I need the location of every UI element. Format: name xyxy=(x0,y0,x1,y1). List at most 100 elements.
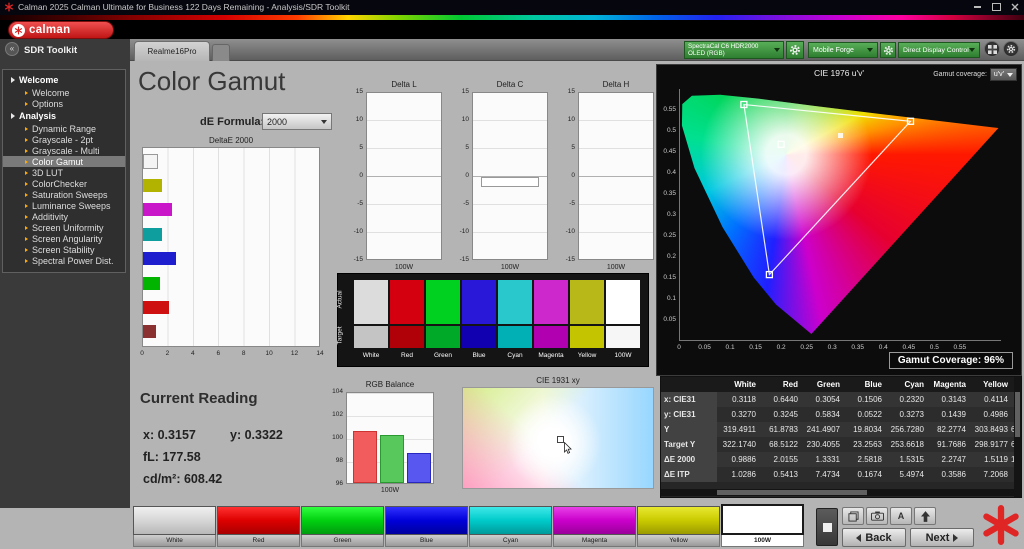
bullet-arrow-icon xyxy=(25,236,28,241)
logo-text: calman xyxy=(29,24,71,36)
sidebar-item-screen-stability[interactable]: Screen Stability xyxy=(3,244,125,255)
pattern-swatch-blue[interactable]: Blue xyxy=(385,506,468,547)
source-dropdown[interactable]: Mobile Forge xyxy=(808,42,878,58)
sidebar-section-analysis[interactable]: Analysis xyxy=(3,109,125,123)
bullet-arrow-icon xyxy=(25,258,28,263)
delta-l-plot xyxy=(366,92,442,260)
table-row-label: Target Y xyxy=(661,437,717,452)
workflow-button[interactable] xyxy=(984,41,1000,57)
windows-icon xyxy=(847,510,859,522)
pattern-window-button[interactable] xyxy=(816,508,838,546)
pattern-swatch-100w[interactable]: 100W xyxy=(721,504,804,547)
sidebar-item-welcome[interactable]: Welcome xyxy=(3,87,125,98)
chart-title: Delta C xyxy=(496,80,524,89)
scrollbar-thumb[interactable] xyxy=(1015,392,1020,437)
title-bar: Calman 2025 Calman Ultimate for Business… xyxy=(0,0,1024,15)
swatch-target-red xyxy=(390,326,424,348)
sidebar-item-dynamic-range[interactable]: Dynamic Range xyxy=(3,123,125,134)
settings-button[interactable] xyxy=(1003,41,1019,57)
sidebar-item-grayscale-multi[interactable]: Grayscale - Multi xyxy=(3,145,125,156)
bullet-arrow-icon xyxy=(25,90,28,95)
sidebar-item-3d-lut[interactable]: 3D LUT xyxy=(3,167,125,178)
pattern-swatch-red[interactable]: Red xyxy=(217,506,300,547)
sidebar-section-welcome[interactable]: Welcome xyxy=(3,73,125,87)
sidebar-item-spectral-power-dist[interactable]: Spectral Power Dist. xyxy=(3,255,125,266)
swatch-label: 100W xyxy=(721,535,804,547)
deltae-bar-magenta xyxy=(143,203,172,216)
sidebar-item-screen-uniformity[interactable]: Screen Uniformity xyxy=(3,222,125,233)
maximize-icon[interactable] xyxy=(991,2,1001,12)
window-title: Calman 2025 Calman Ultimate for Business… xyxy=(18,2,350,12)
deltae-bar-yellow xyxy=(143,179,162,192)
chart-title: Delta L xyxy=(391,80,417,89)
delta-c-plot xyxy=(472,92,548,260)
sidebar-item-options[interactable]: Options xyxy=(3,98,125,109)
rgb-bar-red xyxy=(353,431,377,483)
sidebar-item-color-gamut[interactable]: Color Gamut xyxy=(3,156,125,167)
x-axis-label: 100W xyxy=(500,264,520,271)
pattern-swatch-magenta[interactable]: Magenta xyxy=(553,506,636,547)
next-button[interactable]: Next xyxy=(910,528,974,547)
x-axis-label: 100W xyxy=(380,487,400,494)
bullet-arrow-icon xyxy=(25,170,28,175)
window-controls xyxy=(972,2,1020,12)
table-row-label: ΔE ITP xyxy=(661,467,717,482)
pattern-swatch-white[interactable]: White xyxy=(133,506,216,547)
pattern-swatch-yellow[interactable]: Yellow xyxy=(637,506,720,547)
pattern-swatch-green[interactable]: Green xyxy=(301,506,384,547)
chart-title: CIE 1931 xy xyxy=(536,376,580,385)
meter-settings-button[interactable] xyxy=(786,41,804,59)
source-label: Mobile Forge xyxy=(813,46,854,54)
pattern-swatch-cyan[interactable]: Cyan xyxy=(469,506,552,547)
calman-logo: calman xyxy=(8,21,114,39)
expand-arrow-icon xyxy=(11,113,15,119)
swatch-actual-cyan xyxy=(498,280,532,324)
export-button[interactable] xyxy=(914,507,936,525)
swatch-target-yellow xyxy=(570,326,604,348)
arrow-left-icon xyxy=(856,533,862,542)
bullet-arrow-icon xyxy=(25,247,28,252)
sidebar-item-luminance-sweeps[interactable]: Luminance Sweeps xyxy=(3,200,125,211)
chevron-down-icon xyxy=(867,48,873,52)
sidebar-collapse-button[interactable]: « xyxy=(5,42,19,56)
coverage-mode-dropdown[interactable]: u'v' xyxy=(989,68,1017,81)
sidebar-item-grayscale-2pt[interactable]: Grayscale - 2pt xyxy=(3,134,125,145)
y-axis-ticks: 104 102 100 98 96 xyxy=(332,388,343,487)
sidebar-item-saturation-sweeps[interactable]: Saturation Sweeps xyxy=(3,189,125,200)
swatch-color xyxy=(385,506,468,535)
annotate-button[interactable]: A xyxy=(890,507,912,525)
sidebar-item-colorchecker[interactable]: ColorChecker xyxy=(3,178,125,189)
tab-realme16pro[interactable]: Realme16Pro xyxy=(134,41,210,61)
close-icon[interactable] xyxy=(1010,2,1020,12)
back-button[interactable]: Back xyxy=(842,528,906,547)
snapshot-button[interactable] xyxy=(866,507,888,525)
scrollbar-thumb[interactable] xyxy=(717,490,867,495)
cursor-icon xyxy=(564,442,572,454)
table-row: Target Y 322.1740 68.5122 230.4055 23.2563 2… xyxy=(661,437,1021,452)
table-row-label: x: CIE31 xyxy=(661,392,717,407)
table-h-scrollbar[interactable] xyxy=(661,489,1014,496)
duplicate-window-button[interactable] xyxy=(842,507,864,525)
swatch-target-white xyxy=(354,326,388,348)
minimize-icon[interactable] xyxy=(972,2,982,12)
tab-stub[interactable] xyxy=(212,44,230,61)
meter-dropdown[interactable]: SpectraCal C6 HDR2000 OLED (RGB) xyxy=(684,41,784,59)
sidebar-item-additivity[interactable]: Additivity xyxy=(3,211,125,222)
display-control-dropdown[interactable]: Direct Display Control xyxy=(898,42,980,58)
table-header-row: White Red Green Blue Cyan Magenta Yellow xyxy=(661,377,1021,392)
de-formula-dropdown[interactable]: 2000 xyxy=(262,113,332,130)
swatch-target-cyan xyxy=(498,326,532,348)
rgb-balance-chart: RGB Balance 104 102 100 98 96 100W xyxy=(324,380,440,498)
swatch-label: Red xyxy=(217,535,300,547)
delta-h-chart: Delta H 15 10 5 0 -5 -10 -15 100W xyxy=(558,80,658,280)
swatch-actual-magenta xyxy=(534,280,568,324)
rgb-balance-plot xyxy=(346,392,434,484)
y-axis-ticks: 15 10 5 0 -5 -10 -15 xyxy=(565,88,575,263)
table-v-scrollbar[interactable] xyxy=(1014,377,1021,497)
reading-x: x: 0.3157 xyxy=(143,428,196,442)
source-settings-button[interactable] xyxy=(880,42,896,58)
swatch-target-100w xyxy=(606,326,640,348)
square-icon xyxy=(822,522,832,532)
sidebar-item-screen-angularity[interactable]: Screen Angularity xyxy=(3,233,125,244)
swatch-actual-100w xyxy=(606,280,640,324)
